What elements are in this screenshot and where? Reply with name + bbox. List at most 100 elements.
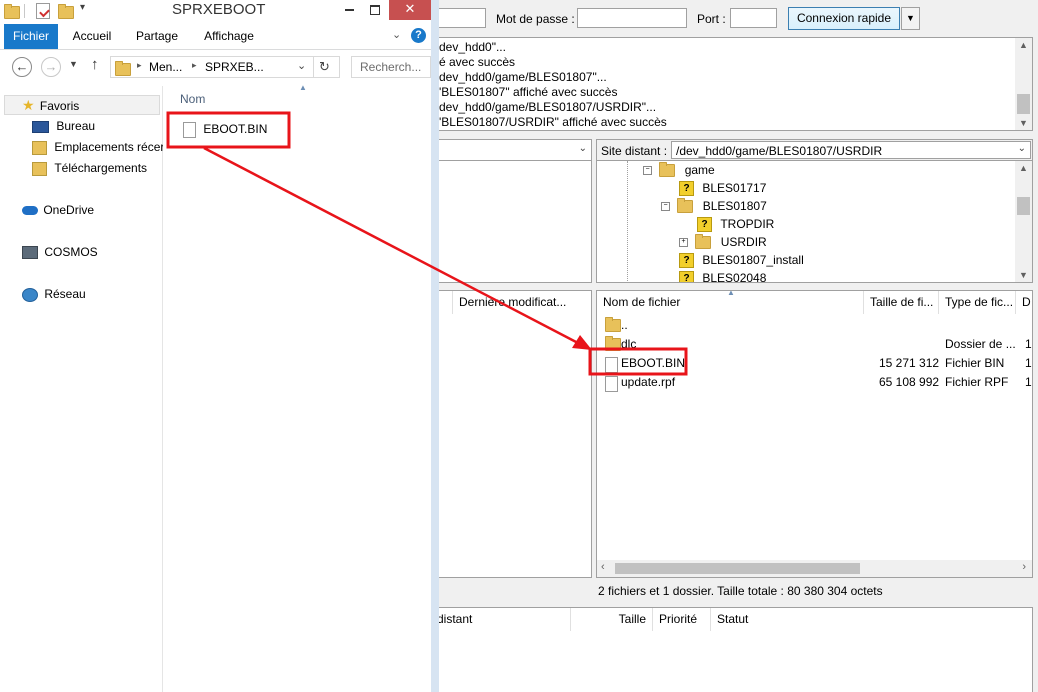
- tree-item-bles01807-install[interactable]: ? BLES01807_install: [679, 251, 804, 269]
- breadcrumb-part[interactable]: Men...: [149, 60, 182, 74]
- log-line: 'BLES01807" affiché avec succès: [439, 85, 618, 99]
- remote-tree[interactable]: − game ? BLES01717 − BLES01807 ? TROPDIR…: [596, 161, 1033, 283]
- tree-item-label: BLES02048: [702, 271, 767, 283]
- message-log[interactable]: dev_hdd0"... é avec succès dev_hdd0/game…: [430, 37, 1033, 131]
- column-header-name[interactable]: Nom: [180, 92, 205, 106]
- cloud-icon: [22, 206, 38, 216]
- tab-view[interactable]: Affichage: [196, 24, 262, 49]
- nav-desktop[interactable]: Bureau: [32, 116, 95, 136]
- tab-share[interactable]: Partage: [128, 24, 186, 49]
- remote-list-hscrollbar[interactable]: ‹ ›: [597, 560, 1032, 577]
- up-button[interactable]: ↑: [91, 56, 99, 73]
- search-box[interactable]: Recherch...: [351, 56, 431, 78]
- remote-tree-scrollbar[interactable]: ▲ ▼: [1015, 161, 1032, 282]
- new-folder-icon[interactable]: [58, 4, 74, 20]
- file-type: Dossier de ...: [945, 337, 1016, 351]
- file-icon: [183, 121, 196, 138]
- tree-item-bles01807[interactable]: − BLES01807: [661, 197, 767, 215]
- recent-locations-button[interactable]: ▼: [69, 59, 78, 69]
- scroll-down-icon[interactable]: ▼: [1015, 118, 1032, 128]
- address-bar[interactable]: ▸ Men... ▸ SPRXEB... ⌄ ↻: [110, 56, 340, 78]
- customize-toolbar-icon[interactable]: ▾: [80, 2, 85, 13]
- file-row-parent[interactable]: ..: [597, 316, 1032, 335]
- local-site-combo[interactable]: ⌄: [430, 139, 592, 161]
- scroll-right-icon[interactable]: ›: [1022, 561, 1026, 573]
- minimize-button[interactable]: [336, 0, 362, 20]
- password-input[interactable]: [577, 8, 687, 28]
- file-name: EBOOT.BIN: [621, 356, 686, 370]
- divider: [24, 4, 25, 18]
- tree-item-label: BLES01807_install: [702, 253, 804, 267]
- file-size: 65 108 992: [879, 375, 940, 389]
- back-button[interactable]: ←: [12, 57, 32, 77]
- collapse-icon[interactable]: −: [643, 166, 652, 176]
- remote-col-size[interactable]: Taille de fi...: [864, 291, 939, 314]
- file-list-pane[interactable]: ▲ Nom EBOOT.BIN: [163, 83, 431, 692]
- nav-favorites[interactable]: ★ Favoris: [22, 95, 79, 115]
- tab-file[interactable]: Fichier: [4, 24, 58, 49]
- log-scrollbar[interactable]: ▲ ▼: [1015, 38, 1032, 130]
- local-tree[interactable]: [430, 161, 592, 283]
- scroll-up-icon[interactable]: ▲: [1015, 163, 1032, 173]
- nav-label: Emplacements récer: [54, 140, 165, 154]
- help-icon[interactable]: ?: [411, 28, 426, 43]
- remote-col-type[interactable]: Type de fic...: [939, 291, 1016, 314]
- remote-path-combo[interactable]: /dev_hdd0/game/BLES01807/USRDIR ⌄: [671, 141, 1031, 159]
- expand-icon[interactable]: +: [679, 238, 688, 248]
- local-col-last-modified[interactable]: Dernière modificat...: [453, 291, 591, 314]
- chevron-down-icon[interactable]: ⌄: [579, 143, 587, 154]
- tab-home[interactable]: Accueil: [64, 24, 120, 49]
- scroll-thumb[interactable]: [1017, 197, 1030, 215]
- scroll-thumb[interactable]: [1017, 94, 1030, 114]
- tree-item-game[interactable]: − game: [643, 161, 715, 179]
- scroll-thumb[interactable]: [615, 563, 860, 574]
- close-button[interactable]: ✕: [389, 0, 431, 20]
- remote-file-list[interactable]: Nom de fichier ▲ Taille de fi... Type de…: [596, 290, 1033, 578]
- quickconnect-dropdown-button[interactable]: ▼: [901, 7, 920, 30]
- breadcrumb-separator-icon: ▸: [137, 60, 142, 70]
- queue-col-status[interactable]: Statut: [711, 608, 1032, 631]
- queue-col-priority[interactable]: Priorité: [653, 608, 711, 631]
- explorer-title-bar[interactable]: ▾ SPRXEBOOT ✕: [0, 0, 431, 24]
- remote-col-extra[interactable]: D: [1016, 291, 1032, 314]
- queue-col-remote[interactable]: distant: [431, 608, 571, 631]
- maximize-button[interactable]: [362, 0, 388, 20]
- nav-onedrive[interactable]: OneDrive: [22, 200, 94, 220]
- refresh-icon[interactable]: ↻: [319, 59, 330, 75]
- properties-icon[interactable]: [36, 3, 50, 19]
- local-file-list[interactable]: Dernière modificat...: [430, 290, 592, 578]
- tree-item-bles01717[interactable]: ? BLES01717: [679, 179, 766, 197]
- breadcrumb-part[interactable]: SPRXEB...: [205, 60, 264, 74]
- collapse-icon[interactable]: −: [661, 202, 670, 212]
- unknown-folder-icon: ?: [679, 271, 694, 282]
- file-row-dlc[interactable]: dlc Dossier de ... 1(: [597, 335, 1032, 354]
- chevron-down-icon[interactable]: ⌄: [297, 59, 306, 72]
- file-row-eboot[interactable]: EBOOT.BIN 15 271 312 Fichier BIN 1: [597, 354, 1032, 373]
- port-input[interactable]: [730, 8, 777, 28]
- tree-item-label: BLES01717: [702, 181, 767, 195]
- file-item-eboot[interactable]: EBOOT.BIN: [183, 119, 267, 139]
- divider: [313, 56, 314, 78]
- tree-item-bles02048[interactable]: ? BLES02048: [679, 269, 767, 283]
- scroll-left-icon[interactable]: ‹: [601, 561, 605, 573]
- scroll-down-icon[interactable]: ▼: [1015, 270, 1032, 280]
- file-row-update-rpf[interactable]: update.rpf 65 108 992 Fichier RPF 1: [597, 373, 1032, 392]
- tree-item-tropdir[interactable]: ? TROPDIR: [697, 215, 774, 233]
- scroll-up-icon[interactable]: ▲: [1015, 40, 1032, 50]
- expand-ribbon-icon[interactable]: ⌄: [392, 28, 401, 41]
- nav-network[interactable]: Réseau: [22, 284, 86, 304]
- transfer-queue[interactable]: distant Taille Priorité Statut: [430, 607, 1033, 692]
- search-placeholder: Recherch...: [360, 60, 422, 74]
- close-icon: ✕: [404, 1, 416, 16]
- tree-item-label: USRDIR: [720, 235, 767, 249]
- nav-downloads[interactable]: Téléchargements: [32, 158, 147, 178]
- chevron-down-icon[interactable]: ⌄: [1018, 143, 1026, 154]
- queue-col-size[interactable]: Taille: [571, 608, 653, 631]
- star-icon: ★: [22, 97, 35, 113]
- nav-recent-places[interactable]: Emplacements récer: [32, 137, 164, 157]
- arrow-right-icon: →: [44, 59, 58, 74]
- forward-button[interactable]: →: [41, 57, 61, 77]
- tree-item-usrdir[interactable]: + USRDIR: [679, 233, 767, 251]
- nav-computer[interactable]: COSMOS: [22, 242, 98, 262]
- quickconnect-button[interactable]: Connexion rapide: [788, 7, 900, 30]
